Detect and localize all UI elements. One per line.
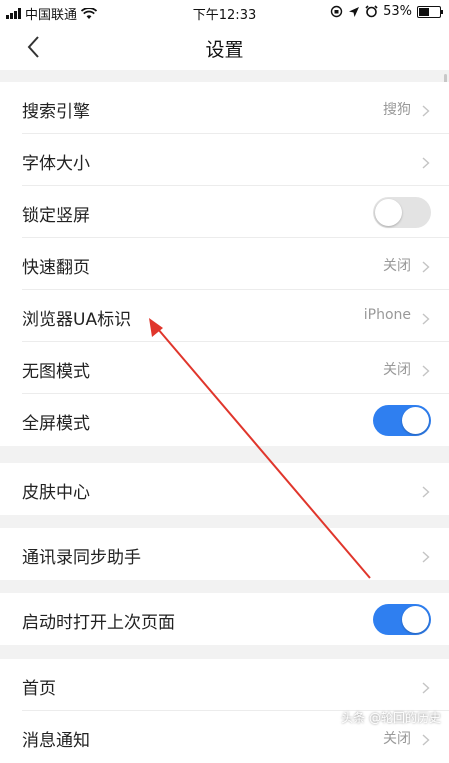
settings-group: 通讯录同步助手 <box>0 528 449 580</box>
settings-row-value: iPhone <box>363 307 411 323</box>
battery-percent: 53% <box>383 4 412 19</box>
settings-row-value: 关闭 <box>383 258 411 274</box>
status-right: 53% <box>330 4 443 19</box>
chevron-right-icon <box>420 679 432 694</box>
settings-row[interactable]: 搜索引擎 搜狗 <box>0 82 449 134</box>
chevron-right-icon <box>420 731 432 746</box>
settings-row-value: 关闭 <box>383 362 411 378</box>
toggle-knob <box>402 606 429 633</box>
settings-group: 皮肤中心 <box>0 463 449 515</box>
location-icon <box>349 6 360 17</box>
settings-row[interactable]: 通讯录同步助手 <box>0 528 449 580</box>
settings-row-label: 消息通知 <box>22 731 90 751</box>
page-title: 设置 <box>205 39 244 61</box>
settings-row-label: 首页 <box>22 679 56 699</box>
toggle-switch[interactable] <box>373 405 431 436</box>
settings-row-label: 通讯录同步助手 <box>22 548 141 568</box>
settings-row-value: 关闭 <box>383 731 411 747</box>
settings-row-value: 搜狗 <box>383 102 411 118</box>
chevron-right-icon <box>420 362 432 377</box>
chevron-right-icon <box>420 483 432 498</box>
settings-row-label: 全屏模式 <box>22 414 90 434</box>
settings-row-label: 字体大小 <box>22 154 90 174</box>
nav-bar: 设置 <box>0 24 449 70</box>
settings-row-label: 启动时打开上次页面 <box>22 613 175 633</box>
chevron-right-icon <box>420 102 432 117</box>
battery-fill <box>419 7 429 16</box>
rotation-lock-icon <box>330 5 343 18</box>
chevron-right-icon <box>420 310 432 325</box>
battery-icon <box>417 5 443 18</box>
settings-row-label: 浏览器UA标识 <box>22 310 132 330</box>
chevron-right-icon <box>420 154 432 169</box>
settings-row[interactable]: 皮肤中心 <box>0 463 449 515</box>
watermark: 头条 @轮回的历史 <box>341 711 441 725</box>
settings-row[interactable]: 首页 <box>0 659 449 711</box>
settings-row-label: 搜索引擎 <box>22 102 90 122</box>
settings-row[interactable]: 锁定竖屏 <box>0 186 449 238</box>
settings-group: 启动时打开上次页面 <box>0 593 449 645</box>
alarm-icon <box>365 5 378 18</box>
toggle-knob <box>375 199 402 226</box>
chevron-right-icon <box>420 548 432 563</box>
settings-row[interactable]: 无图模式 关闭 <box>0 342 449 394</box>
settings-row[interactable]: 浏览器UA标识 iPhone <box>0 290 449 342</box>
toggle-switch[interactable] <box>373 197 431 228</box>
settings-row-label: 皮肤中心 <box>22 483 90 503</box>
settings-row-label: 快速翻页 <box>22 258 90 278</box>
settings-row[interactable]: 快速翻页 关闭 <box>0 238 449 290</box>
settings-row[interactable]: 全屏模式 <box>0 394 449 446</box>
settings-row-label: 无图模式 <box>22 362 90 382</box>
toggle-switch[interactable] <box>373 604 431 635</box>
toggle-knob <box>402 407 429 434</box>
settings-row[interactable]: 启动时打开上次页面 <box>0 593 449 645</box>
settings-group: 搜索引擎 搜狗 字体大小 锁定竖屏 快速翻页 关闭 浏览器UA标识 iPhone 无图模式 关闭全… <box>0 82 449 446</box>
chevron-right-icon <box>420 258 432 273</box>
settings-row-label: 锁定竖屏 <box>22 206 90 226</box>
status-bar: 中国联通 下午12:33 53% <box>0 0 449 24</box>
settings-row[interactable]: 字体大小 <box>0 134 449 186</box>
